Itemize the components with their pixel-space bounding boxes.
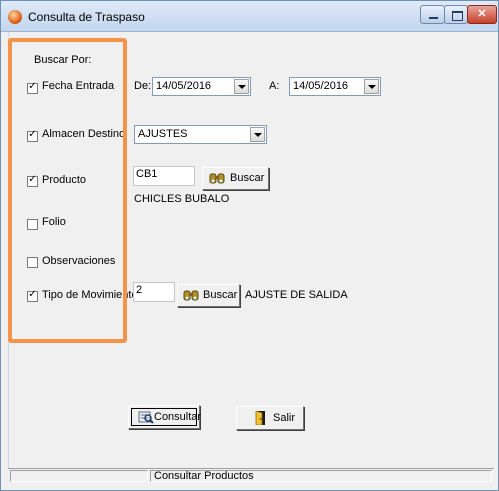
salir-label: Salir (273, 412, 296, 424)
minimize-button[interactable] (420, 5, 445, 24)
movimiento-search-label: Buscar (203, 289, 238, 301)
status-panel-right: Consultar Productos (150, 470, 492, 482)
date-to-value: 14/05/2016 (293, 80, 349, 92)
status-text-right: Consultar Productos (154, 470, 254, 482)
movimiento-description: AJUSTE DE SALIDA (245, 289, 348, 301)
date-from-value: 14/05/2016 (156, 80, 212, 92)
maximize-button[interactable] (444, 5, 468, 24)
binoculars-icon (209, 173, 225, 184)
consultar-button[interactable]: Consultar (128, 405, 202, 429)
status-panel-left (10, 470, 148, 482)
producto-code-input[interactable]: CB1 (133, 166, 195, 186)
window-title: Consulta de Traspaso (28, 10, 145, 24)
date-to-label: A: (269, 80, 280, 92)
filters-highlight-box (8, 38, 127, 343)
movimiento-code-input[interactable]: 2 (133, 282, 175, 302)
producto-description: CHICLES BUBALO (134, 193, 230, 205)
date-from-picker[interactable]: 14/05/2016 (152, 77, 251, 96)
movimiento-code-value: 2 (136, 284, 143, 296)
consultar-label: Consultar (154, 411, 202, 423)
exit-door-icon (255, 411, 265, 425)
almacen-value: AJUSTES (138, 128, 188, 140)
date-to-picker[interactable]: 14/05/2016 (289, 77, 381, 96)
chevron-down-icon (254, 133, 262, 137)
producto-code-value: CB1 (136, 168, 158, 180)
movimiento-search-button[interactable]: Buscar (177, 284, 240, 307)
window: Consulta de Traspaso ✕ Buscar Por: ✓ Fec… (0, 0, 499, 491)
minimize-icon (429, 17, 438, 19)
search-icon (138, 411, 154, 424)
almacen-dropdown-button[interactable] (250, 127, 265, 142)
maximize-icon (452, 11, 463, 21)
almacen-select[interactable]: AJUSTES (134, 125, 267, 144)
chevron-down-icon (238, 85, 246, 89)
salir-button[interactable]: Salir (236, 406, 304, 430)
app-icon (8, 10, 22, 24)
chevron-down-icon (368, 85, 376, 89)
producto-search-button[interactable]: Buscar (202, 167, 269, 190)
date-from-dropdown-button[interactable] (234, 79, 249, 94)
status-bar: Consultar Productos (8, 468, 494, 484)
producto-search-label: Buscar (230, 172, 265, 184)
close-icon: ✕ (477, 8, 487, 20)
date-from-label: De: (134, 80, 152, 92)
binoculars-icon (183, 290, 199, 301)
date-to-dropdown-button[interactable] (364, 79, 379, 94)
title-bar[interactable]: Consulta de Traspaso ✕ (1, 1, 498, 32)
close-button[interactable]: ✕ (467, 5, 497, 24)
